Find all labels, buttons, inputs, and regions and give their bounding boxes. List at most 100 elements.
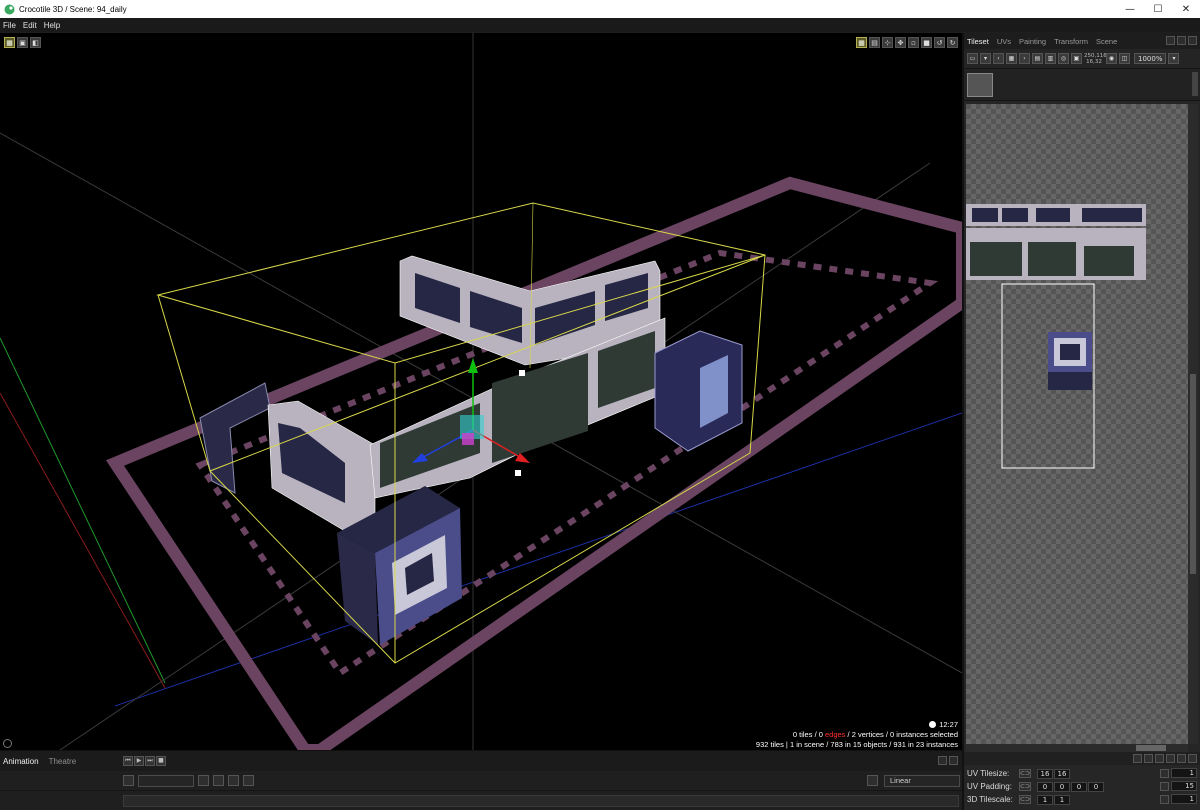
gizmo-y-arrow — [468, 358, 478, 373]
chevron-down-icon[interactable]: ▾ — [980, 53, 991, 64]
transport-controls: ⏮ ▶ ⏭ ■ — [123, 756, 166, 766]
flip-h-icon[interactable] — [1133, 754, 1142, 763]
snap-icon[interactable]: ▤ — [869, 37, 880, 48]
grid-options-icon[interactable] — [1188, 754, 1197, 763]
interpolation-select[interactable]: Linear — [884, 775, 960, 787]
maximize-button[interactable]: ☐ — [1144, 0, 1172, 18]
image-icon[interactable]: ▭ — [967, 53, 978, 64]
scale-icon[interactable]: ▫ — [908, 37, 919, 48]
zoom-select[interactable]: 1000% — [1134, 53, 1167, 64]
tile-coordinates: 250,116 16,32 — [1084, 52, 1107, 65]
undo-tile-icon[interactable] — [1177, 754, 1186, 763]
viewport-status: 0 tiles / 0 edges / 2 vertices / 0 insta… — [756, 730, 958, 750]
vertex-handle — [515, 470, 521, 476]
next-icon[interactable]: › — [1019, 53, 1030, 64]
zoom-chevron-icon[interactable]: ▾ — [1168, 53, 1180, 64]
panel-float-icon[interactable] — [1166, 36, 1175, 45]
tile-icon[interactable]: ▣ — [1071, 53, 1082, 64]
right-pillar — [654, 330, 743, 452]
grid-select-icon[interactable]: ▦ — [1006, 53, 1017, 64]
minimize-button[interactable]: — — [1116, 0, 1144, 18]
link-icon[interactable]: ⊂⊃ — [1019, 782, 1031, 791]
tilescale-row: 3D Tilescale: ⊂⊃ 1 1 1 — [964, 793, 1200, 806]
close-button[interactable]: ✕ — [1172, 0, 1200, 18]
3d-viewport[interactable]: ▦ ▣ ◧ ▦ ▤ ⊹ ✥ ▫ ■ ↺ ↻ 12:27 0 tiles / 0 … — [0, 33, 962, 750]
play-icon[interactable]: ▶ — [134, 756, 144, 766]
tileset-horizontal-scrollbar[interactable] — [966, 744, 1188, 752]
field-toggle-icon[interactable] — [1160, 794, 1169, 804]
menu-help[interactable]: Help — [44, 21, 60, 30]
skip-back-icon[interactable]: ⏮ — [123, 756, 133, 766]
menu-edit[interactable]: Edit — [23, 21, 37, 30]
eyedropper-icon[interactable]: ◉ — [1106, 53, 1117, 64]
uv-padding-label: UV Padding: — [967, 782, 1012, 791]
tab-uvs[interactable]: UVs — [997, 35, 1011, 48]
target-icon[interactable]: ◎ — [1058, 53, 1069, 64]
thumbnails-scrollbar[interactable] — [1192, 72, 1198, 96]
tilescale-x[interactable]: 1 — [1037, 794, 1053, 805]
tab-painting[interactable]: Painting — [1019, 35, 1046, 48]
uv-padding-2[interactable]: 0 — [1054, 781, 1070, 792]
link-icon[interactable]: ⊂⊃ — [1019, 769, 1031, 778]
easing-icon[interactable] — [867, 775, 878, 786]
tab-scene[interactable]: Scene — [1096, 35, 1117, 48]
grid-view-icon[interactable]: ▦ — [4, 37, 15, 48]
viewport-toolbar-right: ▦ ▤ ⊹ ✥ ▫ ■ ↺ ↻ — [856, 37, 958, 48]
uv-padding-3[interactable]: 0 — [1071, 781, 1087, 792]
grid-toggle-icon[interactable]: ▦ — [856, 37, 867, 48]
animation-timeline[interactable] — [123, 795, 959, 807]
tilescale-y[interactable]: 1 — [1054, 794, 1070, 805]
uv-padding-1[interactable]: 0 — [1037, 781, 1053, 792]
right-panel: Tileset UVs Painting Transform Scene ▭ ▾… — [962, 33, 1200, 810]
panel-float-icon[interactable] — [938, 756, 947, 765]
right-field-1[interactable]: 1 — [1171, 768, 1197, 778]
tab-transform[interactable]: Transform — [1054, 35, 1088, 48]
tab-tileset[interactable]: Tileset — [967, 35, 989, 48]
right-field-3[interactable]: 1 — [1171, 794, 1197, 804]
uv-padding-4[interactable]: 0 — [1088, 781, 1104, 792]
menu-file[interactable]: File — [3, 21, 16, 30]
refresh-icon[interactable] — [1166, 754, 1175, 763]
window-view-icon[interactable]: ▣ — [17, 37, 28, 48]
tileset-canvas[interactable] — [966, 104, 1188, 744]
settings-icon[interactable] — [198, 775, 209, 786]
panel-close-icon[interactable] — [949, 756, 958, 765]
camera-view-icon[interactable]: ◧ — [30, 37, 41, 48]
tilescale-label: 3D Tilescale: — [967, 795, 1013, 804]
stop-icon[interactable]: ■ — [156, 756, 166, 766]
uv-tilesize-x[interactable]: 16 — [1037, 768, 1053, 779]
rotate-right-icon[interactable]: ↻ — [947, 37, 958, 48]
chevron-down-icon[interactable] — [213, 775, 224, 786]
uv-tilesize-label: UV Tilesize: — [967, 769, 1010, 778]
link-icon[interactable]: ⊂⊃ — [1019, 795, 1031, 804]
animation-select[interactable] — [138, 774, 194, 787]
flip-v-icon[interactable] — [1144, 754, 1153, 763]
tileset-thumbnails — [964, 69, 1200, 101]
axis-x-line — [0, 392, 166, 689]
cube-icon[interactable]: ■ — [921, 37, 932, 48]
layers-icon[interactable]: ▥ — [1045, 53, 1056, 64]
field-toggle-icon[interactable] — [1160, 768, 1169, 778]
viewport-corner-icon[interactable] — [3, 739, 12, 748]
record-icon[interactable] — [123, 775, 134, 786]
uv-tilesize-y[interactable]: 16 — [1054, 768, 1070, 779]
page-icon[interactable]: ▤ — [1032, 53, 1043, 64]
panel-grid-icon[interactable] — [1177, 36, 1186, 45]
axis-icon[interactable]: ⊹ — [882, 37, 893, 48]
panel-close-icon[interactable] — [1188, 36, 1197, 45]
clock-icon — [929, 721, 937, 728]
right-field-2[interactable]: 15 — [1171, 781, 1197, 791]
field-toggle-icon[interactable] — [1160, 781, 1169, 791]
tab-animation[interactable]: Animation — [3, 757, 39, 766]
frame-icon[interactable]: ◫ — [1119, 53, 1130, 64]
tileset-thumbnail[interactable] — [967, 73, 993, 97]
rotate-left-icon[interactable]: ↺ — [934, 37, 945, 48]
rotate-tile-icon[interactable] — [1155, 754, 1164, 763]
skip-forward-icon[interactable]: ⏭ — [145, 756, 155, 766]
prev-key-icon[interactable] — [228, 775, 239, 786]
tileset-vertical-scrollbar[interactable] — [1188, 104, 1198, 744]
move-icon[interactable]: ✥ — [895, 37, 906, 48]
prev-icon[interactable]: ‹ — [993, 53, 1004, 64]
tab-theatre[interactable]: Theatre — [49, 757, 77, 766]
next-key-icon[interactable] — [243, 775, 254, 786]
